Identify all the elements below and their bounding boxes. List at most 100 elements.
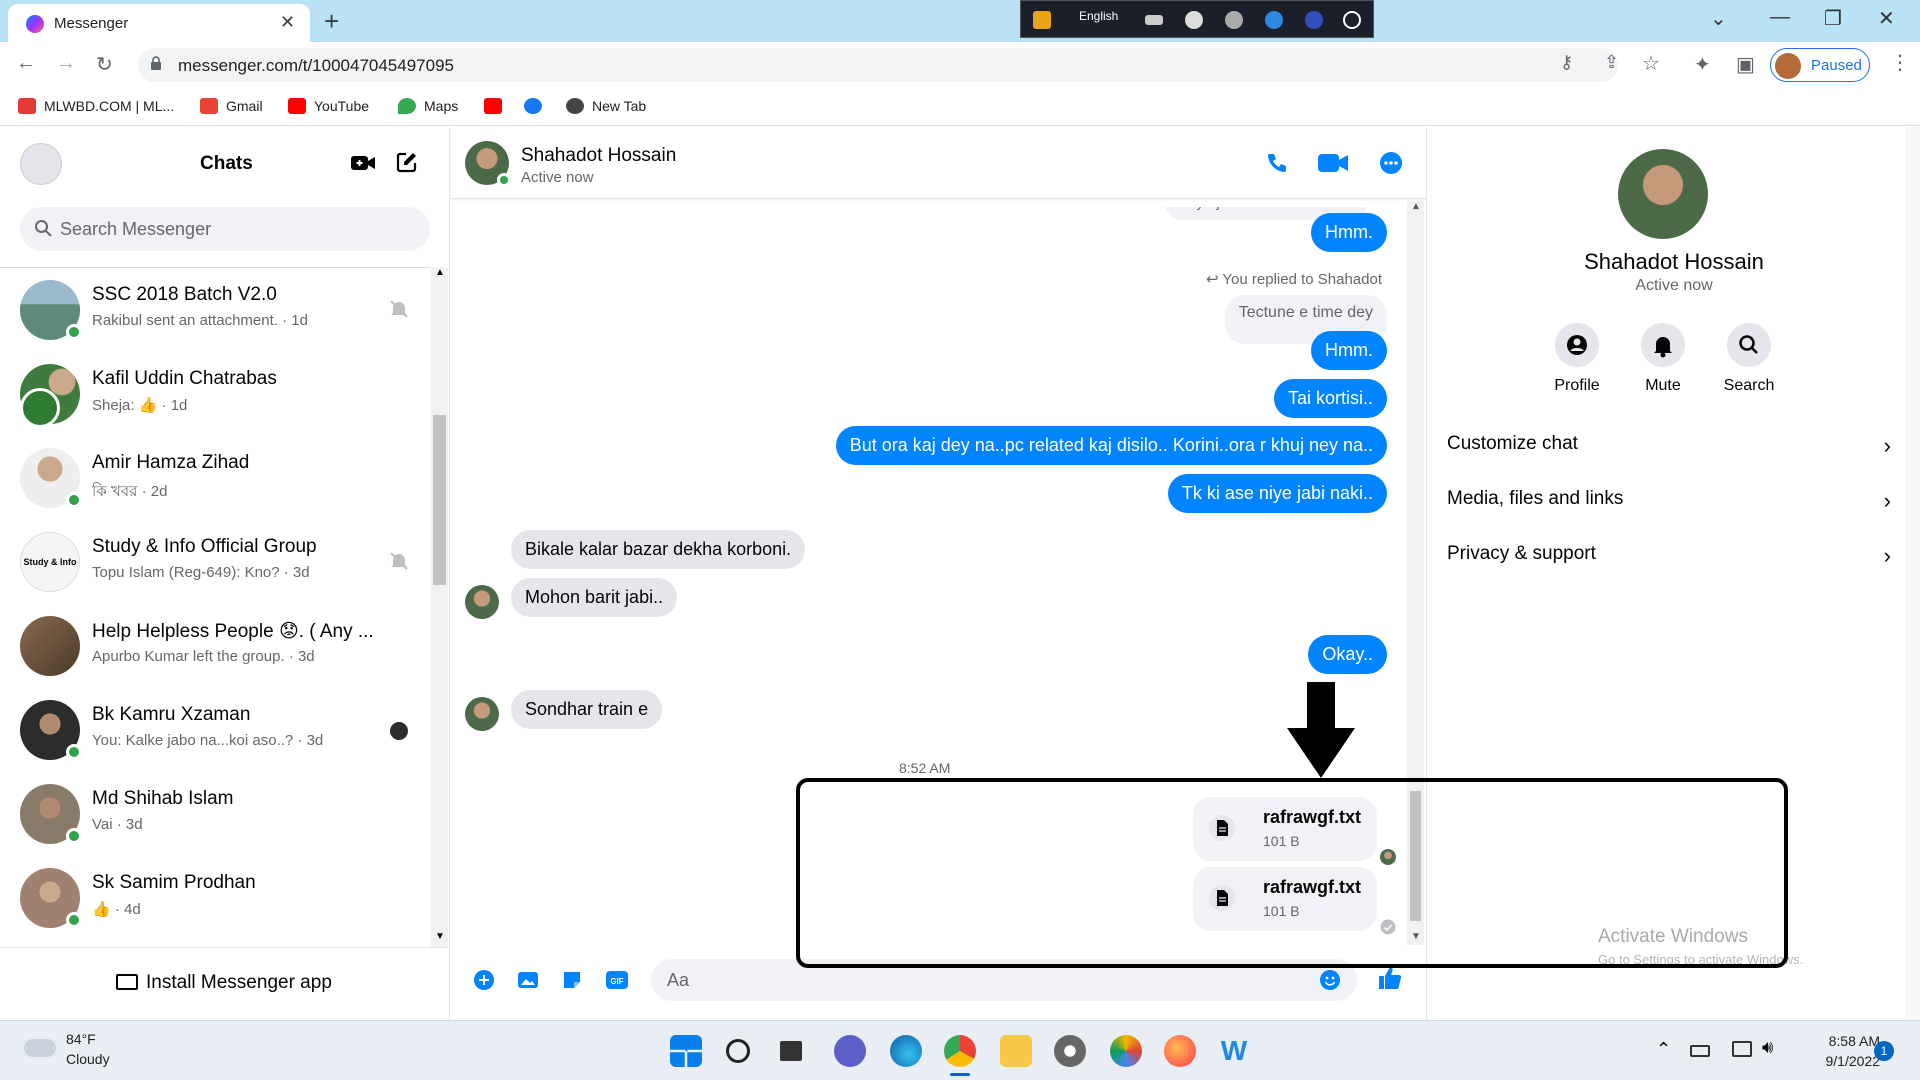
message-bubble[interactable]: Okay.. [1308, 635, 1387, 674]
more-options-icon[interactable] [1379, 151, 1403, 175]
phone-icon[interactable] [1265, 151, 1289, 175]
mute-action[interactable]: Mute [1623, 323, 1703, 395]
bookmark-gmail[interactable]: Gmail [200, 98, 263, 114]
profile-action[interactable]: Profile [1537, 323, 1617, 395]
tool-icon[interactable] [1185, 11, 1203, 29]
share-icon[interactable]: ⇪ [1604, 52, 1619, 73]
scroll-down-icon[interactable]: ▼ [435, 931, 445, 942]
chat-list-scrollbar[interactable]: ▲ ▼ [431, 267, 448, 947]
reload-icon[interactable]: ↻ [96, 52, 113, 77]
message-bubble[interactable]: Hmm. [1311, 331, 1387, 370]
bookmark-youtube-2[interactable] [484, 98, 502, 114]
chat-item[interactable]: Study & Info Study & Info Official Group… [0, 520, 430, 604]
message-bubble[interactable]: Hmm. [1311, 213, 1387, 252]
online-indicator [66, 744, 82, 760]
chrome-icon[interactable] [944, 1035, 976, 1067]
new-video-call-icon[interactable] [350, 153, 376, 173]
svg-text:GIF: GIF [610, 977, 623, 986]
address-bar[interactable]: messenger.com/t/100047045497095 ⚷ ⇪ ☆ [138, 48, 1660, 82]
bookmark-mlwbd[interactable]: MLWBD.COM | ML... [18, 98, 174, 114]
bookmark-facebook[interactable] [524, 98, 542, 114]
chat-item[interactable]: Sk Samim Prodhan 👍 · 4d [0, 856, 430, 940]
browser-tab[interactable]: Messenger ✕ [8, 4, 310, 42]
photo-icon[interactable] [517, 969, 539, 991]
bell-icon [1641, 323, 1685, 367]
media-files-links-row[interactable]: Media, files and links › [1447, 480, 1891, 520]
customize-chat-row[interactable]: Customize chat › [1447, 425, 1891, 465]
contact-name[interactable]: Shahadot Hossain [521, 145, 676, 167]
chat-item[interactable]: Help Helpless People 😟. ( Any ... Apurbo… [0, 604, 430, 688]
compose-icon[interactable] [396, 151, 418, 173]
keyboard-icon[interactable] [1145, 15, 1163, 25]
chat-item[interactable]: Bk Kamru Xzaman You: Kalke jabo na...koi… [0, 688, 430, 772]
firefox-icon[interactable] [1164, 1035, 1196, 1067]
page-scrollbar[interactable] [1905, 127, 1920, 1020]
gear-icon[interactable] [1225, 11, 1243, 29]
bookmark-youtube[interactable]: YouTube [288, 98, 369, 114]
help-icon[interactable] [1305, 11, 1323, 29]
windows-start-icon[interactable] [670, 1035, 702, 1067]
message-bubble[interactable]: Bikale kalar bazar dekha korboni. [511, 530, 806, 569]
app-icon[interactable] [1110, 1035, 1142, 1067]
power-icon[interactable] [1343, 11, 1361, 29]
menu-icon[interactable]: ⋮ [1890, 50, 1910, 75]
search-icon[interactable] [726, 1039, 750, 1063]
scroll-up-icon[interactable]: ▲ [435, 267, 445, 278]
video-call-icon[interactable] [1317, 151, 1349, 175]
clock[interactable]: 8:58 AM 9/1/2022 [1788, 1031, 1881, 1071]
search-action[interactable]: Search [1709, 323, 1789, 395]
message-bubble[interactable]: Tai kortisi.. [1273, 379, 1387, 418]
chat-item[interactable]: Amir Hamza Zihad কি খবর · 2d [0, 436, 430, 520]
like-thumb-icon[interactable] [1377, 965, 1403, 991]
my-avatar[interactable] [20, 143, 62, 185]
notification-badge[interactable]: 1 [1874, 1041, 1894, 1061]
close-tab-icon[interactable]: ✕ [280, 12, 295, 33]
message-bubble[interactable]: But ora kaj dey na..pc related kaj disil… [835, 426, 1387, 465]
sticker-icon[interactable] [561, 969, 583, 991]
chat-item[interactable]: SSC 2018 Batch V2.0 Rakibul sent an atta… [0, 268, 430, 352]
back-icon[interactable]: ← [16, 52, 36, 75]
bookmark-star-icon[interactable]: ☆ [1642, 51, 1660, 76]
chevron-up-icon[interactable]: ⌃ [1656, 1039, 1671, 1060]
bookmark-maps[interactable]: Maps [398, 98, 458, 114]
gif-icon[interactable]: GIF [605, 969, 629, 991]
w-app-icon[interactable]: W [1218, 1035, 1250, 1067]
ime-logo-icon[interactable] [1033, 11, 1051, 29]
emoji-icon[interactable] [1319, 969, 1341, 991]
keyboard-icon[interactable] [1690, 1045, 1710, 1057]
minimize-button[interactable]: — [1770, 6, 1790, 29]
message-bubble[interactable]: Mohon barit jabi.. [511, 578, 678, 617]
profile-button[interactable]: Paused [1770, 48, 1870, 82]
side-panel-icon[interactable]: ▣ [1736, 52, 1755, 77]
browser-icon[interactable] [1265, 11, 1283, 29]
close-window-button[interactable]: ✕ [1878, 6, 1895, 31]
message-bubble[interactable]: Sondhar train e [511, 690, 663, 729]
profile-name: Shahadot Hossain [1584, 249, 1764, 274]
key-icon[interactable]: ⚷ [1560, 52, 1573, 73]
message-bubble[interactable]: Tk ki ase niye jabi naki.. [1167, 474, 1387, 513]
file-explorer-icon[interactable] [1000, 1035, 1032, 1067]
extensions-icon[interactable]: ✦ [1694, 52, 1711, 77]
scroll-up-icon[interactable]: ▲ [1411, 201, 1421, 212]
maximize-button[interactable]: ❐ [1824, 6, 1842, 31]
ime-language[interactable]: English [1079, 9, 1118, 23]
forward-icon[interactable]: → [56, 52, 76, 75]
search-messenger-field[interactable]: Search Messenger [20, 207, 430, 251]
more-actions-icon[interactable] [473, 969, 495, 991]
scrollbar-thumb[interactable] [433, 415, 446, 585]
tab-search-icon[interactable]: ⌄ [1710, 6, 1727, 31]
settings-gear-icon[interactable] [1054, 1035, 1086, 1067]
task-view-icon[interactable] [780, 1041, 802, 1061]
edge-icon[interactable] [890, 1035, 922, 1067]
chat-snippet: 👍 · 4d [92, 901, 141, 918]
new-tab-button[interactable]: + [324, 6, 339, 37]
chat-teams-icon[interactable] [834, 1035, 866, 1067]
bookmark-new-tab[interactable]: New Tab [566, 98, 646, 114]
privacy-support-row[interactable]: Privacy & support › [1447, 535, 1891, 575]
network-icon[interactable] [1732, 1041, 1752, 1057]
chat-item[interactable]: Kafil Uddin Chatrabas Sheja: 👍 · 1d [0, 352, 430, 436]
chat-item[interactable]: Md Shihab Islam Vai · 3d [0, 772, 430, 856]
contact-profile-avatar[interactable] [1618, 149, 1708, 239]
volume-icon[interactable]: 🔊︎ [1762, 1037, 1773, 1058]
install-messenger-app-button[interactable]: Install Messenger app [0, 947, 450, 1020]
